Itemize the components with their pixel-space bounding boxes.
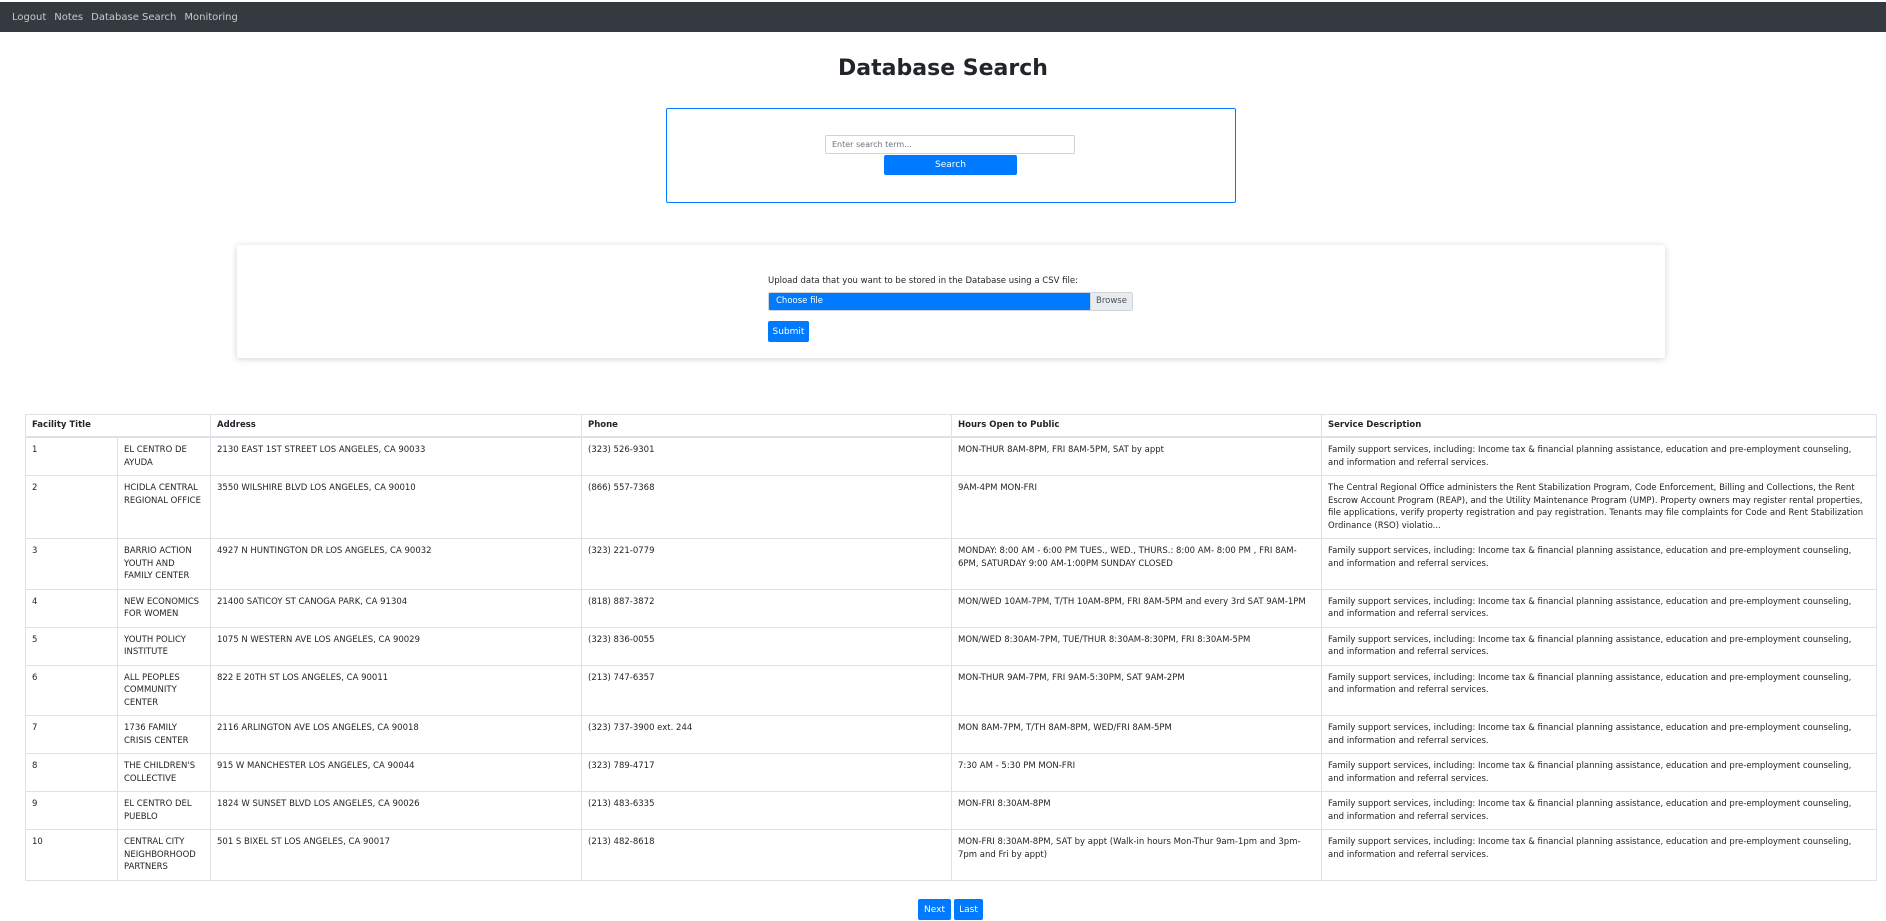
cell-address: 1824 W SUNSET BLVD LOS ANGELES, CA 90026 (210, 791, 582, 830)
cell-phone: (866) 557-7368 (581, 475, 952, 539)
cell-facility-name: CENTRAL CITY NEIGHBORHOOD PARTNERS (117, 829, 211, 881)
top-navbar: Logout Notes Database Search Monitoring (0, 2, 1886, 32)
header-phone: Phone (581, 414, 952, 438)
cell-id: 5 (25, 626, 118, 666)
table-row: 9 EL CENTRO DEL PUEBLO 1824 W SUNSET BLVD … (25, 791, 1877, 830)
cell-phone: (323) 526-9301 (581, 436, 952, 476)
page-title: Database Search (838, 56, 1048, 81)
table-row: 8 THE CHILDREN'S COLLECTIVE 915 W MANCHEST… (25, 753, 1877, 792)
cell-id: 1 (25, 436, 118, 476)
cell-service-description: Family support services, including: Inco… (1321, 829, 1877, 881)
cell-phone: (213) 747-6357 (581, 664, 952, 716)
table-row: 5 YOUTH POLICY INSTITUTE 1075 N WESTERN AV… (25, 626, 1877, 666)
nav-monitoring-link[interactable]: Monitoring (184, 12, 237, 23)
file-input[interactable]: Choose file Browse (768, 292, 1133, 311)
cell-hours: MON 8AM-7PM, T/TH 8AM-8PM, WED/FRI 8AM-5… (951, 715, 1322, 754)
table-row: 4 NEW ECONOMICS FOR WOMEN 21400 SATICOY ST… (25, 588, 1877, 628)
table-row: 6 ALL PEOPLES COMMUNITY CENTER 822 E 20TH … (25, 664, 1877, 716)
search-button[interactable]: Search (884, 155, 1017, 175)
last-page-button[interactable]: Last (954, 899, 983, 920)
cell-facility-name: YOUTH POLICY INSTITUTE (117, 626, 211, 666)
cell-service-description: Family support services, including: Inco… (1321, 538, 1877, 590)
cell-address: 2130 EAST 1ST STREET LOS ANGELES, CA 900… (210, 436, 582, 476)
cell-facility-name: BARRIO ACTION YOUTH AND FAMILY CENTER (117, 538, 211, 590)
cell-facility-name: NEW ECONOMICS FOR WOMEN (117, 588, 211, 628)
results-table: Facility Title Address Phone Hours Open … (25, 414, 1877, 881)
cell-hours: 7:30 AM - 5:30 PM MON-FRI (951, 753, 1322, 792)
table-row: 2 HCIDLA CENTRAL REGIONAL OFFICE 3550 WILS… (25, 475, 1877, 539)
cell-phone: (323) 789-4717 (581, 753, 952, 792)
nav-database-search-link[interactable]: Database Search (91, 12, 176, 23)
cell-id: 3 (25, 538, 118, 590)
cell-phone: (323) 737-3900 ext. 244 (581, 715, 952, 754)
cell-service-description: Family support services, including: Inco… (1321, 715, 1877, 754)
cell-service-description: Family support services, including: Inco… (1321, 436, 1877, 476)
cell-address: 4927 N HUNTINGTON DR LOS ANGELES, CA 900… (210, 538, 582, 590)
header-address: Address (210, 414, 582, 438)
cell-facility-name: ALL PEOPLES COMMUNITY CENTER (117, 664, 211, 716)
next-page-button[interactable]: Next (918, 899, 951, 920)
cell-id: 10 (25, 829, 118, 881)
table-row: 10 CENTRAL CITY NEIGHBORHOOD PARTNERS 501 … (25, 829, 1877, 881)
cell-address: 501 S BIXEL ST LOS ANGELES, CA 90017 (210, 829, 582, 881)
upload-label: Upload data that you want to be stored i… (768, 276, 1078, 286)
browse-button[interactable]: Browse (1090, 293, 1132, 310)
cell-phone: (818) 887-3872 (581, 588, 952, 628)
cell-hours: MON/WED 10AM-7PM, T/TH 10AM-8PM, FRI 8AM… (951, 588, 1322, 628)
cell-hours: MON-FRI 8:30AM-8PM (951, 791, 1322, 830)
cell-id: 6 (25, 664, 118, 716)
table-row: 3 BARRIO ACTION YOUTH AND FAMILY CENTER 49… (25, 538, 1877, 590)
cell-service-description: Family support services, including: Inco… (1321, 626, 1877, 666)
submit-button[interactable]: Submit (768, 321, 809, 342)
cell-service-description: Family support services, including: Inco… (1321, 588, 1877, 628)
nav-logout-link[interactable]: Logout (12, 12, 46, 23)
cell-id: 8 (25, 753, 118, 792)
cell-address: 21400 SATICOY ST CANOGA PARK, CA 91304 (210, 588, 582, 628)
cell-hours: MONDAY: 8:00 AM - 6:00 PM TUES., WED., T… (951, 538, 1322, 590)
cell-phone: (213) 482-8618 (581, 829, 952, 881)
cell-hours: MON-FRI 8:30AM-8PM, SAT by appt (Walk-in… (951, 829, 1322, 881)
header-hours: Hours Open to Public (951, 414, 1322, 438)
cell-id: 4 (25, 588, 118, 628)
cell-id: 2 (25, 475, 118, 539)
cell-address: 1075 N WESTERN AVE LOS ANGELES, CA 90029 (210, 626, 582, 666)
table-row: 7 1736 FAMILY CRISIS CENTER 2116 ARLINGTON… (25, 715, 1877, 754)
cell-service-description: Family support services, including: Inco… (1321, 664, 1877, 716)
cell-hours: MON-THUR 8AM-8PM, FRI 8AM-5PM, SAT by ap… (951, 436, 1322, 476)
cell-address: 822 E 20TH ST LOS ANGELES, CA 90011 (210, 664, 582, 716)
cell-service-description: The Central Regional Office administers … (1321, 475, 1877, 539)
header-service-description: Service Description (1321, 414, 1877, 438)
table-row: 1 EL CENTRO DE AYUDA 2130 EAST 1ST STREET … (25, 436, 1877, 476)
cell-facility-name: THE CHILDREN'S COLLECTIVE (117, 753, 211, 792)
nav-notes-link[interactable]: Notes (54, 12, 83, 23)
cell-phone: (323) 836-0055 (581, 626, 952, 666)
cell-service-description: Family support services, including: Inco… (1321, 753, 1877, 792)
cell-facility-name: EL CENTRO DE AYUDA (117, 436, 211, 476)
cell-id: 7 (25, 715, 118, 754)
cell-facility-name: EL CENTRO DEL PUEBLO (117, 791, 211, 830)
cell-facility-name: 1736 FAMILY CRISIS CENTER (117, 715, 211, 754)
cell-facility-name: HCIDLA CENTRAL REGIONAL OFFICE (117, 475, 211, 539)
cell-hours: MON/WED 8:30AM-7PM, TUE/THUR 8:30AM-8:30… (951, 626, 1322, 666)
cell-address: 2116 ARLINGTON AVE LOS ANGELES, CA 90018 (210, 715, 582, 754)
cell-service-description: Family support services, including: Inco… (1321, 791, 1877, 830)
table-body: 1 EL CENTRO DE AYUDA 2130 EAST 1ST STREET … (25, 436, 1877, 881)
cell-phone: (323) 221-0779 (581, 538, 952, 590)
search-panel: Search (666, 108, 1236, 203)
file-input-label[interactable]: Choose file (769, 293, 1090, 310)
cell-address: 3550 WILSHIRE BLVD LOS ANGELES, CA 90010 (210, 475, 582, 539)
cell-id: 9 (25, 791, 118, 830)
upload-card: Upload data that you want to be stored i… (237, 245, 1665, 358)
cell-hours: MON-THUR 9AM-7PM, FRI 9AM-5:30PM, SAT 9A… (951, 664, 1322, 716)
cell-address: 915 W MANCHESTER LOS ANGELES, CA 90044 (210, 753, 582, 792)
cell-hours: 9AM-4PM MON-FRI (951, 475, 1322, 539)
cell-phone: (213) 483-6335 (581, 791, 952, 830)
header-facility-title: Facility Title (25, 414, 211, 438)
search-input[interactable] (825, 135, 1075, 154)
table-header-row: Facility Title Address Phone Hours Open … (25, 414, 1877, 438)
